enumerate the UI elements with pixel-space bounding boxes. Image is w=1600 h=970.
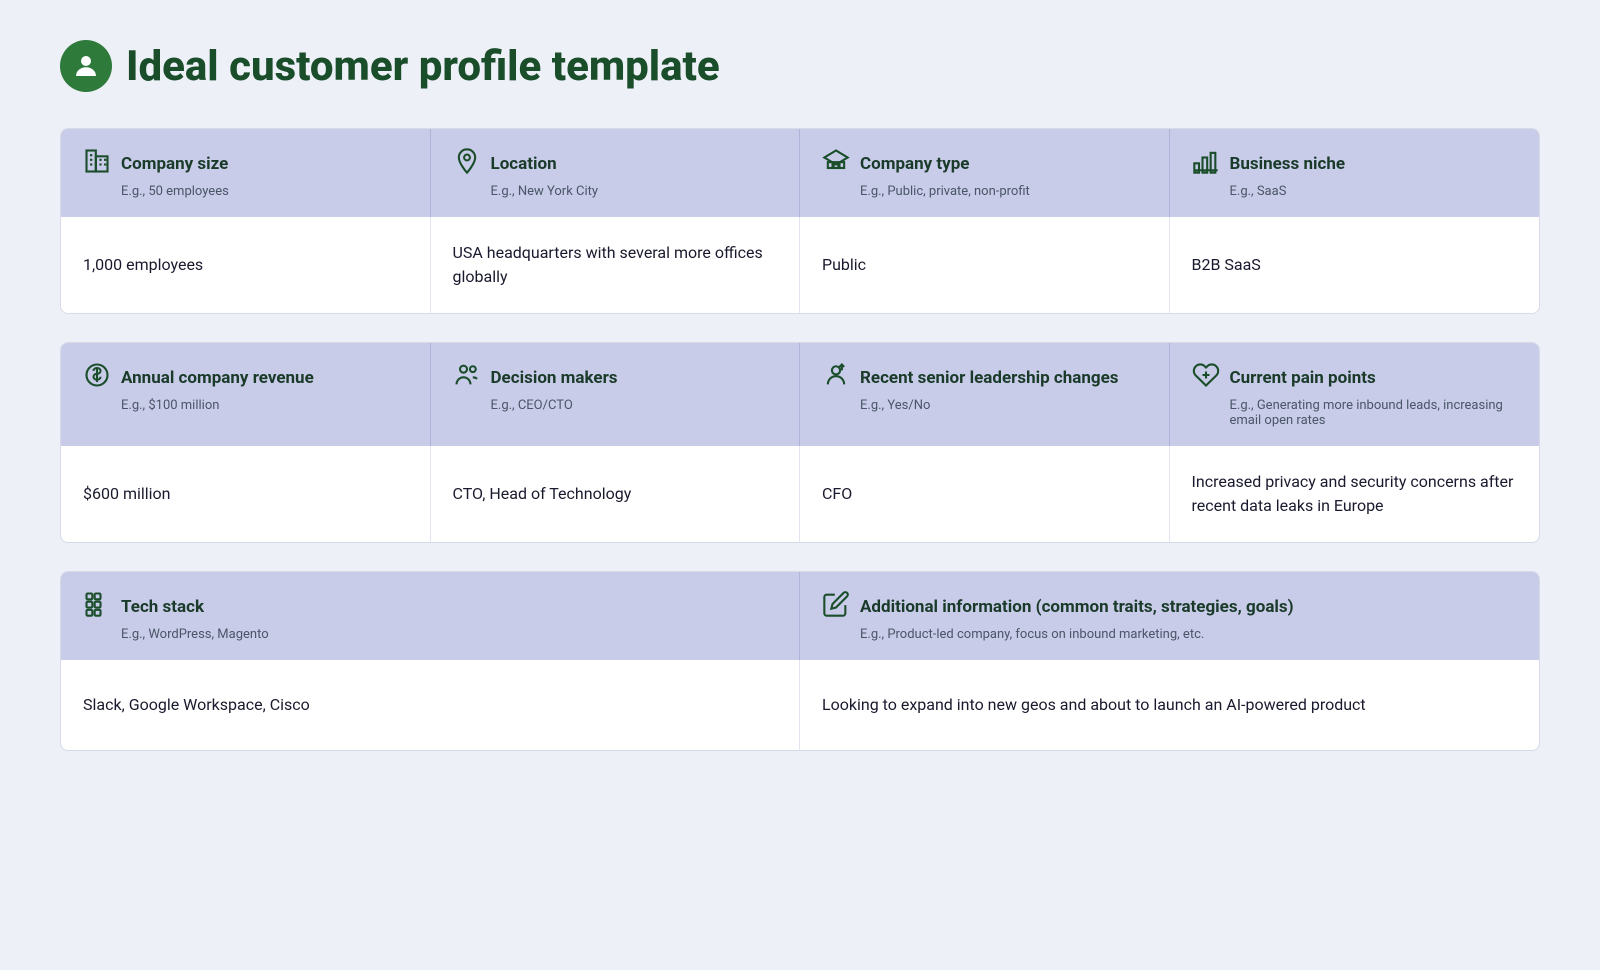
- header-subtitle-business-niche: E.g., SaaS: [1192, 184, 1518, 199]
- leadership-icon: [822, 361, 850, 394]
- section-3-data: Slack, Google Workspace, CiscoLooking to…: [61, 660, 1539, 750]
- header-cell-decision-makers: Decision makers E.g., CEO/CTO: [431, 343, 801, 446]
- header-subtitle-pain-points: E.g., Generating more inbound leads, inc…: [1192, 398, 1518, 428]
- header-label-tech-stack: Tech stack: [121, 597, 204, 617]
- header-title-annual-revenue: Annual company revenue: [83, 361, 408, 394]
- section-3: Tech stack E.g., WordPress, Magento Additi…: [60, 571, 1540, 751]
- location-icon: [453, 147, 481, 180]
- section-3-headers: Tech stack E.g., WordPress, Magento Additi…: [61, 572, 1539, 660]
- header-label-company-size: Company size: [121, 154, 228, 174]
- header-title-additional-info: Additional information (common traits, s…: [822, 590, 1517, 623]
- header-title-company-size: Company size: [83, 147, 408, 180]
- header-label-annual-revenue: Annual company revenue: [121, 368, 314, 388]
- header-title-leadership-changes: Recent senior leadership changes: [822, 361, 1147, 394]
- header-cell-leadership-changes: Recent senior leadership changes E.g., Ye…: [800, 343, 1170, 446]
- header-cell-additional-info: Additional information (common traits, s…: [800, 572, 1539, 660]
- dollar-icon: [83, 361, 111, 394]
- header-cell-pain-points: Current pain points E.g., Generating more…: [1170, 343, 1540, 446]
- header-title-tech-stack: Tech stack: [83, 590, 777, 623]
- header-cell-tech-stack: Tech stack E.g., WordPress, Magento: [61, 572, 800, 660]
- header-subtitle-tech-stack: E.g., WordPress, Magento: [83, 627, 777, 642]
- header-label-additional-info: Additional information (common traits, s…: [860, 597, 1294, 617]
- data-cell-1-1: CTO, Head of Technology: [431, 446, 801, 542]
- apps-icon: [83, 590, 111, 623]
- section-2-data: $600 millionCTO, Head of TechnologyCFOIn…: [61, 446, 1539, 542]
- people-icon: [453, 361, 481, 394]
- header-label-decision-makers: Decision makers: [491, 368, 618, 388]
- section-1-headers: Company size E.g., 50 employees Location E.…: [61, 129, 1539, 217]
- header-subtitle-decision-makers: E.g., CEO/CTO: [453, 398, 778, 413]
- page-header: Ideal customer profile template: [60, 40, 1540, 92]
- edit-icon: [822, 590, 850, 623]
- header-cell-annual-revenue: Annual company revenue E.g., $100 million: [61, 343, 431, 446]
- header-title-decision-makers: Decision makers: [453, 361, 778, 394]
- section-1: Company size E.g., 50 employees Location E.…: [60, 128, 1540, 314]
- header-subtitle-annual-revenue: E.g., $100 million: [83, 398, 408, 413]
- section-2-headers: Annual company revenue E.g., $100 million…: [61, 343, 1539, 446]
- header-cell-company-type: Company type E.g., Public, private, non-p…: [800, 129, 1170, 217]
- data-cell-0-0: 1,000 employees: [61, 217, 431, 313]
- section-2: Annual company revenue E.g., $100 million…: [60, 342, 1540, 543]
- header-label-location: Location: [491, 154, 557, 174]
- company-type-icon: [822, 147, 850, 180]
- header-subtitle-location: E.g., New York City: [453, 184, 778, 199]
- header-cell-business-niche: Business niche E.g., SaaS: [1170, 129, 1540, 217]
- data-cell-0-3: B2B SaaS: [1170, 217, 1540, 313]
- header-label-company-type: Company type: [860, 154, 969, 174]
- section-1-data: 1,000 employeesUSA headquarters with sev…: [61, 217, 1539, 313]
- data-cell-2-0: Slack, Google Workspace, Cisco: [61, 660, 800, 750]
- header-label-leadership-changes: Recent senior leadership changes: [860, 368, 1119, 388]
- header-cell-location: Location E.g., New York City: [431, 129, 801, 217]
- data-cell-0-2: Public: [800, 217, 1170, 313]
- data-cell-2-1: Looking to expand into new geos and abou…: [800, 660, 1539, 750]
- header-title-location: Location: [453, 147, 778, 180]
- header-label-business-niche: Business niche: [1230, 154, 1346, 174]
- data-cell-1-2: CFO: [800, 446, 1170, 542]
- header-title-pain-points: Current pain points: [1192, 361, 1518, 394]
- data-cell-1-0: $600 million: [61, 446, 431, 542]
- person-circle-icon: [71, 51, 101, 81]
- header-label-pain-points: Current pain points: [1230, 368, 1376, 388]
- header-title-company-type: Company type: [822, 147, 1147, 180]
- building-icon: [83, 147, 111, 180]
- page-title: Ideal customer profile template: [126, 42, 720, 91]
- header-title-business-niche: Business niche: [1192, 147, 1518, 180]
- header-subtitle-company-type: E.g., Public, private, non-profit: [822, 184, 1147, 199]
- data-cell-0-1: USA headquarters with several more offic…: [431, 217, 801, 313]
- heart-icon: [1192, 361, 1220, 394]
- header-subtitle-additional-info: E.g., Product-led company, focus on inbo…: [822, 627, 1517, 642]
- page-title-icon: [60, 40, 112, 92]
- header-subtitle-leadership-changes: E.g., Yes/No: [822, 398, 1147, 413]
- data-cell-1-3: Increased privacy and security concerns …: [1170, 446, 1540, 542]
- chart-icon: [1192, 147, 1220, 180]
- sections-container: Company size E.g., 50 employees Location E.…: [60, 128, 1540, 751]
- header-subtitle-company-size: E.g., 50 employees: [83, 184, 408, 199]
- header-cell-company-size: Company size E.g., 50 employees: [61, 129, 431, 217]
